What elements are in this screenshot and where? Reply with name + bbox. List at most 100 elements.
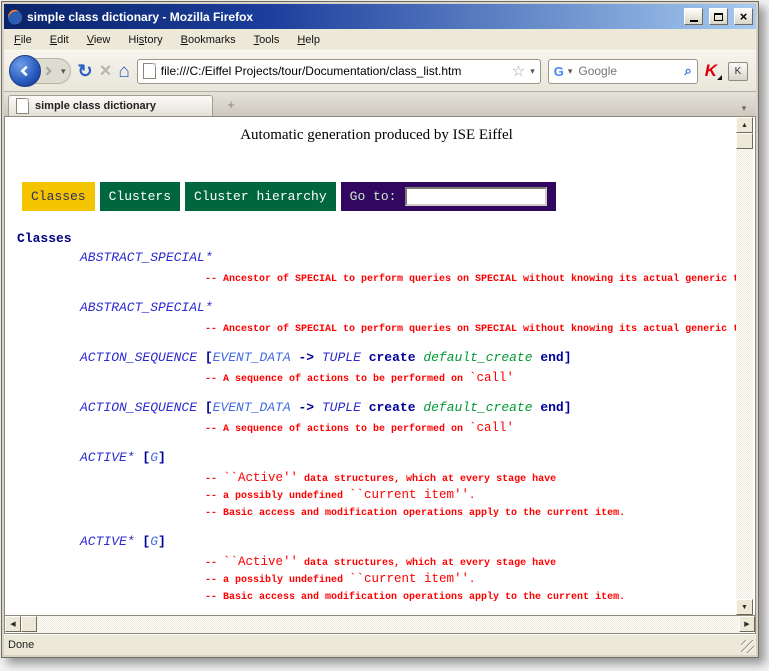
code-segment[interactable]: ] xyxy=(564,350,572,365)
goto-input[interactable] xyxy=(405,187,547,206)
code-segment[interactable]: end xyxy=(533,350,564,365)
back-arrow-icon xyxy=(18,64,32,78)
code-segment[interactable]: -> xyxy=(291,400,322,415)
address-bar[interactable]: file:///C:/Eiffel Projects/tour/Document… xyxy=(137,59,541,84)
code-segment[interactable]: EVENT_DATA xyxy=(213,400,291,415)
back-button[interactable] xyxy=(9,55,41,87)
maximize-button[interactable] xyxy=(709,8,728,25)
stop-button[interactable]: × xyxy=(100,61,112,81)
maximize-icon xyxy=(714,13,723,21)
address-url[interactable]: file:///C:/Eiffel Projects/tour/Document… xyxy=(161,64,507,78)
comment-segment: `call' xyxy=(469,371,514,385)
comment-segment: -- a possibly undefined xyxy=(205,491,349,502)
scroll-down-icon[interactable]: ▼ xyxy=(736,599,753,615)
code-segment[interactable]: [ xyxy=(197,400,213,415)
search-box[interactable]: G ▾ ⌕ xyxy=(548,59,698,84)
vertical-scroll-track[interactable] xyxy=(736,149,753,599)
code-segment[interactable]: default_create xyxy=(423,350,532,365)
search-icon[interactable]: ⌕ xyxy=(684,63,691,79)
class-comment: -- A sequence of actions to be performed… xyxy=(205,370,736,387)
comment-segment: ``Active'' xyxy=(223,555,298,569)
refresh-button[interactable]: ↻ xyxy=(78,62,93,80)
horizontal-scrollbar[interactable]: ◀ ▶ xyxy=(5,615,755,633)
kaspersky-icon[interactable]: K xyxy=(705,61,721,81)
code-segment[interactable]: [ xyxy=(135,450,151,465)
class-name-link[interactable]: ACTIVE* [G] xyxy=(80,450,736,466)
scroll-right-icon[interactable]: ▶ xyxy=(739,616,755,632)
class-list: ABSTRACT_SPECIAL*-- Ancestor of SPECIAL … xyxy=(17,250,736,615)
goto-label: Go to: xyxy=(350,189,397,204)
minimize-button[interactable] xyxy=(684,8,703,25)
code-segment[interactable]: create xyxy=(361,400,423,415)
code-segment[interactable]: EVENT_DATA xyxy=(213,350,291,365)
code-segment[interactable]: TUPLE xyxy=(322,350,361,365)
page-button-cluster-hierarchy[interactable]: Cluster hierarchy xyxy=(185,182,336,211)
vertical-scrollbar[interactable]: ▲ ▼ xyxy=(736,117,753,615)
bookmark-star-icon[interactable]: ☆ xyxy=(512,64,525,79)
code-segment[interactable]: ] xyxy=(158,534,166,549)
menu-item-file[interactable]: File xyxy=(6,32,40,48)
menu-item-edit[interactable]: Edit xyxy=(42,32,77,48)
tab-label: simple class dictionary xyxy=(35,100,156,112)
code-segment[interactable]: ACTIVE* xyxy=(80,534,135,549)
new-tab-button[interactable]: + xyxy=(217,95,245,114)
search-engine-dropdown-icon[interactable]: ▾ xyxy=(568,67,573,76)
scroll-up-icon[interactable]: ▲ xyxy=(736,117,753,133)
code-segment[interactable]: [ xyxy=(135,534,151,549)
search-input[interactable] xyxy=(576,63,680,79)
code-segment[interactable]: end xyxy=(533,400,564,415)
page-favicon xyxy=(143,63,156,79)
code-segment[interactable]: ABSTRACT_SPECIAL* xyxy=(80,250,213,265)
home-button[interactable]: ⌂ xyxy=(118,62,129,81)
tab-list-dropdown-icon[interactable]: ▾ xyxy=(736,104,752,113)
vertical-scroll-thumb[interactable] xyxy=(736,133,753,149)
resize-grip[interactable] xyxy=(741,640,754,653)
history-dropdown-icon[interactable]: ▾ xyxy=(61,67,66,76)
class-name-link[interactable]: ABSTRACT_SPECIAL* xyxy=(80,300,736,316)
url-dropdown-icon[interactable]: ▾ xyxy=(530,67,535,76)
menu-item-history[interactable]: History xyxy=(120,32,170,48)
code-segment[interactable]: ACTION_SEQUENCE xyxy=(80,400,197,415)
class-entry: ABSTRACT_SPECIAL*-- Ancestor of SPECIAL … xyxy=(17,300,736,337)
menu-item-tools[interactable]: Tools xyxy=(246,32,288,48)
comment-segment: ``current item'' xyxy=(349,488,469,502)
code-segment[interactable]: create xyxy=(361,350,423,365)
code-segment[interactable]: ] xyxy=(564,400,572,415)
tab-page-icon xyxy=(16,98,29,114)
page-button-row: ClassesClustersCluster hierarchy Go to: xyxy=(22,182,736,211)
code-segment[interactable]: -> xyxy=(291,350,322,365)
page-button-clusters[interactable]: Clusters xyxy=(100,182,180,211)
menu-item-view[interactable]: View xyxy=(79,32,119,48)
screenshot-stage: simple class dictionary - Mozilla Firefo… xyxy=(0,0,769,671)
scroll-left-icon[interactable]: ◀ xyxy=(5,616,21,632)
status-bar: Done xyxy=(4,634,756,655)
page-button-classes[interactable]: Classes xyxy=(22,182,95,211)
code-segment[interactable]: ABSTRACT_SPECIAL* xyxy=(80,300,213,315)
code-segment[interactable]: TUPLE xyxy=(322,400,361,415)
code-segment[interactable]: ACTIVE* xyxy=(80,450,135,465)
class-entry: ACTIVE* [G] -- ``Active'' data structures… xyxy=(17,534,736,605)
code-segment[interactable]: ACTION_SEQUENCE xyxy=(80,350,197,365)
comment-segment: -- a possibly undefined xyxy=(205,575,349,586)
menu-item-bookmarks[interactable]: Bookmarks xyxy=(173,32,244,48)
minimize-icon xyxy=(690,20,698,22)
menu-item-help[interactable]: Help xyxy=(289,32,328,48)
code-segment[interactable]: ] xyxy=(158,450,166,465)
code-segment[interactable]: default_create xyxy=(423,400,532,415)
code-segment[interactable]: [ xyxy=(197,350,213,365)
class-name-link[interactable]: ACTIVE* [G] xyxy=(80,534,736,550)
comment-segment: -- Basic access and modification operati… xyxy=(205,592,625,603)
comment-segment: data structures, which at every stage ha… xyxy=(298,558,556,569)
horizontal-scroll-track[interactable] xyxy=(21,616,739,633)
tab-simple-class-dictionary[interactable]: simple class dictionary xyxy=(8,95,213,116)
code-segment[interactable]: G xyxy=(150,450,158,465)
class-name-link[interactable]: ABSTRACT_SPECIAL* xyxy=(80,250,736,266)
class-name-link[interactable]: ACTION_SEQUENCE [EVENT_DATA -> TUPLE cre… xyxy=(80,350,736,366)
class-name-link[interactable]: ACTION_SEQUENCE [EVENT_DATA -> TUPLE cre… xyxy=(80,400,736,416)
code-segment[interactable]: G xyxy=(150,534,158,549)
k-key-button[interactable]: K xyxy=(728,62,748,81)
comment-segment: -- xyxy=(205,558,223,569)
content-outer: Automatic generation produced by ISE Eif… xyxy=(4,116,756,634)
close-button[interactable]: × xyxy=(734,8,753,25)
horizontal-scroll-thumb[interactable] xyxy=(21,616,37,632)
